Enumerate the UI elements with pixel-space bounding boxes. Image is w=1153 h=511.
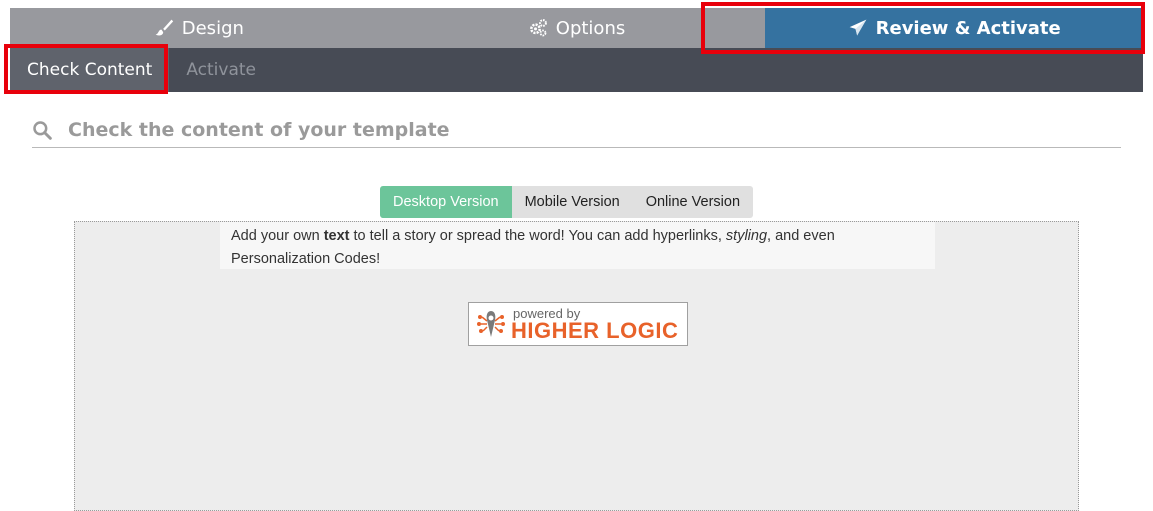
search-icon [33, 120, 52, 140]
mobile-version-button[interactable]: Mobile Version [511, 186, 633, 218]
email-preview: Add your own text to tell a story or spr… [74, 221, 1079, 511]
subtab-check-content[interactable]: Check Content [10, 48, 170, 92]
subtab-activate[interactable]: Activate [169, 48, 273, 92]
subtab-activate-label: Activate [186, 60, 256, 80]
preview-text-italic: styling [725, 228, 768, 244]
subtab-check-content-label: Check Content [27, 60, 153, 80]
desktop-version-button[interactable]: Desktop Version [380, 186, 512, 218]
logo-text: powered by HIGHER LOGIC [511, 307, 678, 342]
tab-design[interactable]: Design [10, 8, 388, 48]
preview-text-1: Add your own [231, 228, 324, 244]
paper-plane-icon [849, 19, 866, 36]
preview-text-bold: text [323, 228, 350, 244]
page-title: Check the content of your template [68, 118, 450, 141]
tab-options[interactable]: Options [387, 8, 766, 48]
tab-design-label: Design [181, 17, 244, 39]
tab-review-activate-label: Review & Activate [875, 17, 1061, 39]
version-toggle: Desktop Version Mobile Version Online Ve… [380, 186, 754, 218]
brush-icon [155, 19, 173, 36]
preview-text-2: to tell a story or spread the word! You … [349, 228, 726, 244]
tab-review-activate[interactable]: Review & Activate [765, 8, 1144, 48]
higher-logic-logo-icon [477, 311, 505, 337]
powered-by-logo: powered by HIGHER LOGIC [468, 302, 688, 346]
tab-options-label: Options [555, 17, 626, 39]
sub-tab-bar: Check Content Activate [10, 48, 1143, 92]
check-content-header: Check the content of your template [32, 112, 1121, 148]
main-tab-bar: Design Options Review & Activate [10, 8, 1144, 48]
online-version-button[interactable]: Online Version [632, 186, 754, 218]
preview-text-block: Add your own text to tell a story or spr… [220, 222, 935, 269]
gears-icon [529, 19, 547, 37]
logo-higher-logic: HIGHER LOGIC [511, 317, 679, 343]
